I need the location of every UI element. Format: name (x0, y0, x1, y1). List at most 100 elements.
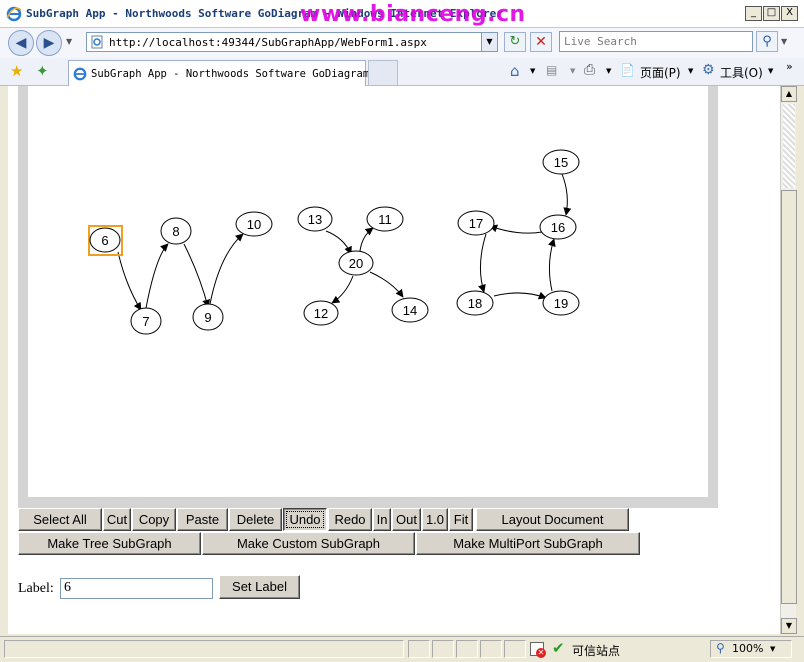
scroll-up-button[interactable]: ▲ (781, 86, 797, 102)
link-7-8[interactable] (145, 243, 169, 309)
back-button[interactable]: ◀ (8, 30, 34, 56)
zoom-level[interactable]: 100% (732, 642, 763, 655)
svg-text:18: 18 (468, 296, 482, 311)
stop-icon: ✕ (535, 34, 547, 50)
status-panel (432, 640, 454, 658)
link-20-11[interactable] (359, 227, 374, 252)
link-17-18[interactable] (478, 233, 487, 293)
set-label-button[interactable]: Set Label (219, 575, 300, 599)
diagram-canvas[interactable]: 6 7 8 9 10 11 12 13 14 15 16 17 18 19 20 (28, 86, 708, 497)
make-tree-subgraph-button[interactable]: Make Tree SubGraph (18, 532, 201, 555)
diagram-svg[interactable]: 6 7 8 9 10 11 12 13 14 15 16 17 18 19 20 (28, 86, 708, 497)
redo-button[interactable]: Redo (328, 508, 372, 531)
search-button[interactable]: ⚲ (756, 31, 778, 52)
zoom-in-button[interactable]: In (373, 508, 391, 531)
svg-text:7: 7 (142, 314, 149, 329)
new-tab-button[interactable] (368, 60, 398, 86)
fit-button[interactable]: Fit (449, 508, 473, 531)
address-dropdown-button[interactable]: ▼ (481, 33, 497, 51)
page-menu-dropdown-icon[interactable]: ▼ (688, 67, 693, 75)
zoom-out-button[interactable]: Out (392, 508, 421, 531)
node-9[interactable]: 9 (192, 303, 224, 331)
node-18[interactable]: 18 (456, 290, 494, 316)
node-13[interactable]: 13 (297, 206, 333, 232)
svg-text:11: 11 (378, 212, 392, 227)
scroll-down-button[interactable]: ▼ (781, 618, 797, 634)
node-10[interactable]: 10 (235, 211, 273, 237)
node-17[interactable]: 17 (457, 210, 495, 236)
back-arrow-icon: ◀ (15, 35, 27, 51)
zoom-dropdown-icon[interactable]: ▼ (770, 645, 775, 653)
ie-tab-icon (73, 67, 87, 81)
node-6[interactable]: 6 (89, 227, 121, 253)
tools-menu[interactable]: 工具(O) (720, 64, 763, 81)
maximize-button[interactable]: □ (763, 6, 780, 21)
home-icon[interactable]: ⌂ (510, 62, 520, 80)
link-15-16[interactable] (561, 173, 572, 216)
svg-text:17: 17 (469, 216, 483, 231)
make-multiport-subgraph-button[interactable]: Make MultiPort SubGraph (416, 532, 640, 555)
toolbar-overflow-icon[interactable]: » (786, 60, 793, 73)
svg-text:14: 14 (403, 303, 417, 318)
link-16-17[interactable] (489, 224, 543, 234)
label-input[interactable]: 6 (60, 578, 213, 599)
node-12[interactable]: 12 (303, 300, 339, 326)
security-zone[interactable]: 可信站点 (572, 642, 620, 659)
node-11[interactable]: 11 (366, 206, 404, 232)
link-8-9[interactable] (183, 243, 211, 308)
cut-button[interactable]: Cut (103, 508, 131, 531)
print-icon[interactable]: ⎙ (584, 62, 595, 78)
add-favorites-icon[interactable]: ✦ (36, 62, 49, 80)
node-16[interactable]: 16 (539, 214, 577, 240)
node-14[interactable]: 14 (391, 297, 429, 323)
tools-dropdown-icon[interactable]: ▼ (768, 67, 773, 75)
stop-button[interactable]: ✕ (530, 32, 552, 52)
node-15[interactable]: 15 (542, 149, 580, 175)
tools-gear-icon: ⚙ (702, 62, 715, 78)
node-7[interactable]: 7 (130, 307, 162, 335)
refresh-button[interactable]: ↻ (504, 32, 526, 52)
blocked-popup-icon[interactable]: ✕ (530, 642, 546, 658)
svg-text:6: 6 (101, 233, 108, 248)
paste-button[interactable]: Paste (177, 508, 228, 531)
node-19[interactable]: 19 (542, 290, 580, 316)
print-dropdown-icon[interactable]: ▼ (606, 67, 611, 75)
vertical-scrollbar[interactable]: ▲ ▼ (780, 86, 797, 634)
minimize-button[interactable]: _ (745, 6, 762, 21)
title-bar: SubGraph App - Northwoods Software GoDia… (0, 0, 804, 28)
tab-subgraph-app[interactable]: SubGraph App - Northwoods Software GoDia… (68, 60, 370, 86)
search-input[interactable]: Live Search (559, 31, 753, 52)
select-all-button[interactable]: Select All (18, 508, 102, 531)
svg-text:15: 15 (554, 155, 568, 170)
forward-button[interactable]: ▶ (36, 30, 62, 56)
feeds-icon[interactable]: ▤ (546, 63, 557, 77)
close-button[interactable]: X (781, 6, 798, 21)
address-bar[interactable]: http://localhost:49344/SubGraphApp/WebFo… (86, 32, 498, 52)
delete-button[interactable]: Delete (229, 508, 282, 531)
search-options-icon[interactable]: ▼ (781, 37, 787, 46)
favorites-star-icon[interactable]: ★ (10, 62, 23, 80)
feeds-dropdown-icon[interactable]: ▼ (570, 67, 575, 75)
link-9-10[interactable] (209, 233, 244, 305)
zoom-reset-button[interactable]: 1.0 (422, 508, 448, 531)
make-custom-subgraph-button[interactable]: Make Custom SubGraph (202, 532, 415, 555)
tab-label: SubGraph App - Northwoods Software GoDia… (91, 68, 370, 80)
copy-button[interactable]: Copy (132, 508, 176, 531)
svg-text:19: 19 (554, 296, 568, 311)
layout-document-button[interactable]: Layout Document (476, 508, 629, 531)
node-20[interactable]: 20 (338, 250, 374, 276)
history-dropdown-icon[interactable]: ▼ (66, 37, 72, 46)
link-20-12[interactable] (331, 275, 354, 304)
undo-button[interactable]: Undo (283, 508, 327, 531)
home-dropdown-icon[interactable]: ▼ (530, 67, 535, 75)
link-20-14[interactable] (369, 271, 404, 298)
link-18-19[interactable] (493, 291, 547, 300)
page-menu[interactable]: 页面(P) (640, 64, 681, 81)
node-8[interactable]: 8 (160, 217, 192, 245)
scroll-thumb[interactable] (781, 190, 797, 604)
link-6-7[interactable] (117, 251, 142, 311)
link-13-20[interactable] (325, 230, 352, 255)
page-menu-icon: 📄 (620, 63, 635, 77)
link-19-16[interactable] (547, 238, 556, 292)
scroll-track[interactable] (783, 104, 795, 188)
